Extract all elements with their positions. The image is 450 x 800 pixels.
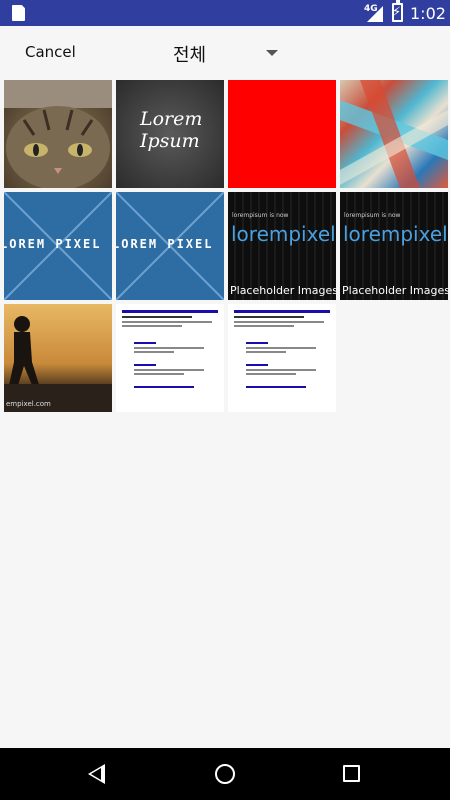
gallery-thumb-web-result-1[interactable] bbox=[116, 304, 224, 412]
clock: 1:02 bbox=[410, 4, 446, 23]
gallery-thumb-abstract[interactable] bbox=[340, 80, 448, 188]
gallery-thumb-lorem-pixel-2[interactable]: LOREM PIXEL bbox=[116, 192, 224, 300]
gallery-thumb-cat[interactable] bbox=[4, 80, 112, 188]
home-icon[interactable] bbox=[215, 764, 235, 784]
dropdown-arrow-icon[interactable] bbox=[266, 50, 278, 56]
gallery-thumb-red[interactable] bbox=[228, 80, 336, 188]
gallery-thumb-lorem-ipsum[interactable]: Lorem Ipsum bbox=[116, 80, 224, 188]
thumb-caption: lorempixel bbox=[343, 222, 448, 246]
back-icon[interactable] bbox=[88, 764, 105, 784]
gallery-thumb-lorempixel-1[interactable]: lorempisum is now lorempixel Placeholder… bbox=[228, 192, 336, 300]
sd-card-icon bbox=[12, 5, 25, 21]
gallery-thumb-lorempixel-2[interactable]: lorempisum is now lorempixel Placeholder… bbox=[340, 192, 448, 300]
thumb-footer: empixel.com bbox=[6, 400, 51, 408]
web-search-result-icon bbox=[234, 310, 330, 388]
thumb-subcaption: lorempisum is now bbox=[232, 212, 289, 219]
thumb-caption: LOREM PIXEL bbox=[4, 237, 102, 251]
navigation-bar bbox=[0, 748, 450, 800]
thumb-footer: Placeholder Images f bbox=[230, 284, 336, 297]
cat-photo-icon bbox=[4, 80, 112, 188]
thumb-footer: Placeholder Images f bbox=[342, 284, 448, 297]
signal-icon bbox=[367, 6, 383, 22]
toolbar: Cancel 전체 bbox=[0, 26, 450, 78]
thumb-subcaption: lorempisum is now bbox=[344, 212, 401, 219]
thumb-caption: lorempixel bbox=[231, 222, 336, 246]
album-selector[interactable]: 전체 bbox=[173, 41, 206, 67]
status-bar: 4G ⚡ 1:02 bbox=[0, 0, 450, 26]
gallery-thumb-web-result-2[interactable] bbox=[228, 304, 336, 412]
recent-apps-icon[interactable] bbox=[343, 765, 360, 782]
cancel-button[interactable]: Cancel bbox=[25, 43, 76, 61]
web-search-result-icon bbox=[122, 310, 218, 388]
abstract-paint-icon bbox=[340, 80, 448, 188]
gallery-thumb-runner[interactable]: empixel.com bbox=[4, 304, 112, 412]
thumb-caption: Lorem Ipsum bbox=[140, 108, 203, 152]
runner-silhouette-icon bbox=[4, 316, 112, 412]
battery-charging-icon: ⚡ bbox=[392, 0, 403, 22]
thumb-caption: LOREM PIXEL bbox=[116, 237, 214, 251]
gallery-thumb-lorem-pixel-1[interactable]: LOREM PIXEL bbox=[4, 192, 112, 300]
